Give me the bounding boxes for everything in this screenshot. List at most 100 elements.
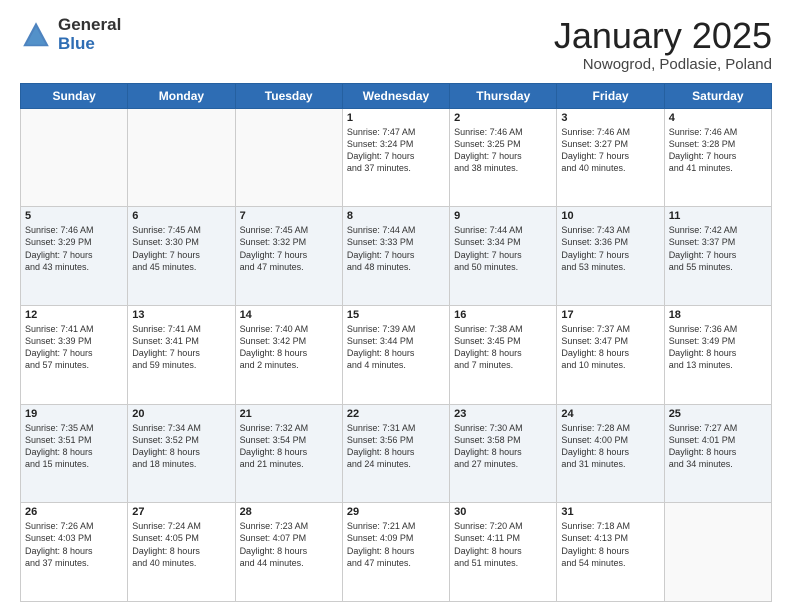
day-detail: and 44 minutes. bbox=[240, 557, 338, 569]
day-detail: Daylight: 7 hours bbox=[669, 249, 767, 261]
table-row bbox=[21, 108, 128, 207]
day-number: 16 bbox=[454, 309, 552, 321]
day-detail: Daylight: 8 hours bbox=[132, 446, 230, 458]
day-detail: Sunset: 4:13 PM bbox=[561, 532, 659, 544]
table-row: 28Sunrise: 7:23 AMSunset: 4:07 PMDayligh… bbox=[235, 503, 342, 602]
day-detail: Sunset: 3:39 PM bbox=[25, 335, 123, 347]
day-detail: Sunset: 3:47 PM bbox=[561, 335, 659, 347]
calendar-week-row: 5Sunrise: 7:46 AMSunset: 3:29 PMDaylight… bbox=[21, 207, 772, 306]
day-detail: Sunset: 3:49 PM bbox=[669, 335, 767, 347]
day-detail: Daylight: 7 hours bbox=[347, 150, 445, 162]
table-row: 12Sunrise: 7:41 AMSunset: 3:39 PMDayligh… bbox=[21, 305, 128, 404]
day-number: 3 bbox=[561, 112, 659, 124]
day-detail: Sunset: 4:01 PM bbox=[669, 434, 767, 446]
day-number: 22 bbox=[347, 408, 445, 420]
day-number: 13 bbox=[132, 309, 230, 321]
table-row bbox=[235, 108, 342, 207]
day-detail: and 55 minutes. bbox=[669, 261, 767, 273]
day-number: 23 bbox=[454, 408, 552, 420]
header-monday: Monday bbox=[128, 83, 235, 108]
table-row: 25Sunrise: 7:27 AMSunset: 4:01 PMDayligh… bbox=[664, 404, 771, 503]
day-detail: and 50 minutes. bbox=[454, 261, 552, 273]
day-detail: Sunrise: 7:41 AM bbox=[132, 323, 230, 335]
day-number: 14 bbox=[240, 309, 338, 321]
day-number: 21 bbox=[240, 408, 338, 420]
day-detail: and 24 minutes. bbox=[347, 458, 445, 470]
day-detail: and 31 minutes. bbox=[561, 458, 659, 470]
day-detail: Sunrise: 7:24 AM bbox=[132, 520, 230, 532]
day-number: 25 bbox=[669, 408, 767, 420]
day-detail: and 47 minutes. bbox=[240, 261, 338, 273]
weekday-header-row: Sunday Monday Tuesday Wednesday Thursday… bbox=[21, 83, 772, 108]
day-detail: Daylight: 8 hours bbox=[454, 446, 552, 458]
day-detail: Daylight: 8 hours bbox=[25, 545, 123, 557]
table-row: 18Sunrise: 7:36 AMSunset: 3:49 PMDayligh… bbox=[664, 305, 771, 404]
day-number: 1 bbox=[347, 112, 445, 124]
day-detail: Daylight: 8 hours bbox=[347, 446, 445, 458]
table-row: 1 Sunrise: 7:47 AMSunset: 3:24 PMDaylight… bbox=[342, 108, 449, 207]
day-number: 10 bbox=[561, 210, 659, 222]
day-detail: and 7 minutes. bbox=[454, 359, 552, 371]
day-detail: Sunset: 3:25 PM bbox=[454, 138, 552, 150]
table-row: 4Sunrise: 7:46 AMSunset: 3:28 PMDaylight… bbox=[664, 108, 771, 207]
logo-text: General Blue bbox=[58, 16, 121, 53]
day-detail: and 48 minutes. bbox=[347, 261, 445, 273]
day-number: 30 bbox=[454, 506, 552, 518]
day-detail: Sunset: 3:54 PM bbox=[240, 434, 338, 446]
day-detail: Sunset: 4:11 PM bbox=[454, 532, 552, 544]
table-row: 7Sunrise: 7:45 AMSunset: 3:32 PMDaylight… bbox=[235, 207, 342, 306]
day-detail: Daylight: 8 hours bbox=[454, 545, 552, 557]
table-row: 19Sunrise: 7:35 AMSunset: 3:51 PMDayligh… bbox=[21, 404, 128, 503]
table-row: 20Sunrise: 7:34 AMSunset: 3:52 PMDayligh… bbox=[128, 404, 235, 503]
table-row: 15Sunrise: 7:39 AMSunset: 3:44 PMDayligh… bbox=[342, 305, 449, 404]
table-row: 17Sunrise: 7:37 AMSunset: 3:47 PMDayligh… bbox=[557, 305, 664, 404]
logo-icon bbox=[20, 19, 52, 51]
day-detail: Daylight: 8 hours bbox=[347, 347, 445, 359]
day-number: 18 bbox=[669, 309, 767, 321]
calendar-body: 1Sunrise: 7:47 AMSunset: 3:24 PMDaylight… bbox=[21, 108, 772, 601]
day-detail: and 4 minutes. bbox=[347, 359, 445, 371]
day-detail: and 10 minutes. bbox=[561, 359, 659, 371]
day-number: 7 bbox=[240, 210, 338, 222]
day-detail: and 37 minutes. bbox=[25, 557, 123, 569]
day-detail: Daylight: 7 hours bbox=[132, 249, 230, 261]
table-row: 31Sunrise: 7:18 AMSunset: 4:13 PMDayligh… bbox=[557, 503, 664, 602]
day-detail: Sunrise: 7:26 AM bbox=[25, 520, 123, 532]
day-detail: Daylight: 7 hours bbox=[669, 150, 767, 162]
table-row: 30Sunrise: 7:20 AMSunset: 4:11 PMDayligh… bbox=[450, 503, 557, 602]
day-detail: Daylight: 8 hours bbox=[669, 347, 767, 359]
day-detail: Sunset: 3:32 PM bbox=[240, 236, 338, 248]
table-row: 24Sunrise: 7:28 AMSunset: 4:00 PMDayligh… bbox=[557, 404, 664, 503]
day-detail: Sunrise: 7:41 AM bbox=[25, 323, 123, 335]
day-detail: Sunset: 4:03 PM bbox=[25, 532, 123, 544]
logo-blue-text: Blue bbox=[58, 35, 121, 54]
calendar-week-row: 26Sunrise: 7:26 AMSunset: 4:03 PMDayligh… bbox=[21, 503, 772, 602]
logo: General Blue bbox=[20, 16, 121, 53]
table-row: 6Sunrise: 7:45 AMSunset: 3:30 PMDaylight… bbox=[128, 207, 235, 306]
day-detail: Daylight: 8 hours bbox=[240, 347, 338, 359]
day-detail: Sunset: 3:24 PM bbox=[347, 138, 445, 150]
table-row: 23Sunrise: 7:30 AMSunset: 3:58 PMDayligh… bbox=[450, 404, 557, 503]
day-detail: Sunset: 3:34 PM bbox=[454, 236, 552, 248]
day-detail: Sunset: 3:44 PM bbox=[347, 335, 445, 347]
day-detail: Sunrise: 7:47 AM bbox=[347, 126, 445, 138]
day-number: 4 bbox=[669, 112, 767, 124]
day-detail: Sunrise: 7:31 AM bbox=[347, 422, 445, 434]
day-detail: and 43 minutes. bbox=[25, 261, 123, 273]
day-detail: and 40 minutes. bbox=[561, 162, 659, 174]
day-detail: Sunrise: 7:28 AM bbox=[561, 422, 659, 434]
day-detail: Daylight: 8 hours bbox=[25, 446, 123, 458]
day-detail: Sunrise: 7:35 AM bbox=[25, 422, 123, 434]
table-row: 9Sunrise: 7:44 AMSunset: 3:34 PMDaylight… bbox=[450, 207, 557, 306]
day-detail: Daylight: 8 hours bbox=[669, 446, 767, 458]
day-detail: Sunrise: 7:38 AM bbox=[454, 323, 552, 335]
header: General Blue January 2025 Nowogrod, Podl… bbox=[20, 16, 772, 73]
day-detail: Sunset: 3:41 PM bbox=[132, 335, 230, 347]
table-row: 27Sunrise: 7:24 AMSunset: 4:05 PMDayligh… bbox=[128, 503, 235, 602]
day-detail: and 13 minutes. bbox=[669, 359, 767, 371]
day-number: 29 bbox=[347, 506, 445, 518]
day-number: 19 bbox=[25, 408, 123, 420]
day-detail: and 57 minutes. bbox=[25, 359, 123, 371]
day-number: 8 bbox=[347, 210, 445, 222]
title-month: January 2025 bbox=[554, 16, 772, 56]
